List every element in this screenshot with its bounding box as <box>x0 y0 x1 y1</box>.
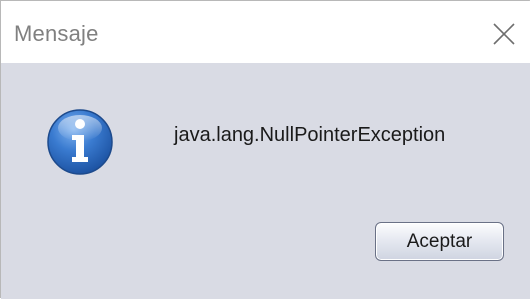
dialog-content: java.lang.NullPointerException Aceptar <box>1 63 530 299</box>
error-message: java.lang.NullPointerException <box>174 124 446 146</box>
message-dialog: Mensaje java.lang.NullPointerException A… <box>0 0 530 299</box>
dialog-title: Mensaje <box>14 21 99 46</box>
close-icon <box>493 23 515 45</box>
close-button[interactable] <box>488 18 520 50</box>
accept-button[interactable]: Aceptar <box>375 222 504 261</box>
information-icon <box>46 108 114 176</box>
title-bar[interactable]: Mensaje <box>1 1 530 63</box>
